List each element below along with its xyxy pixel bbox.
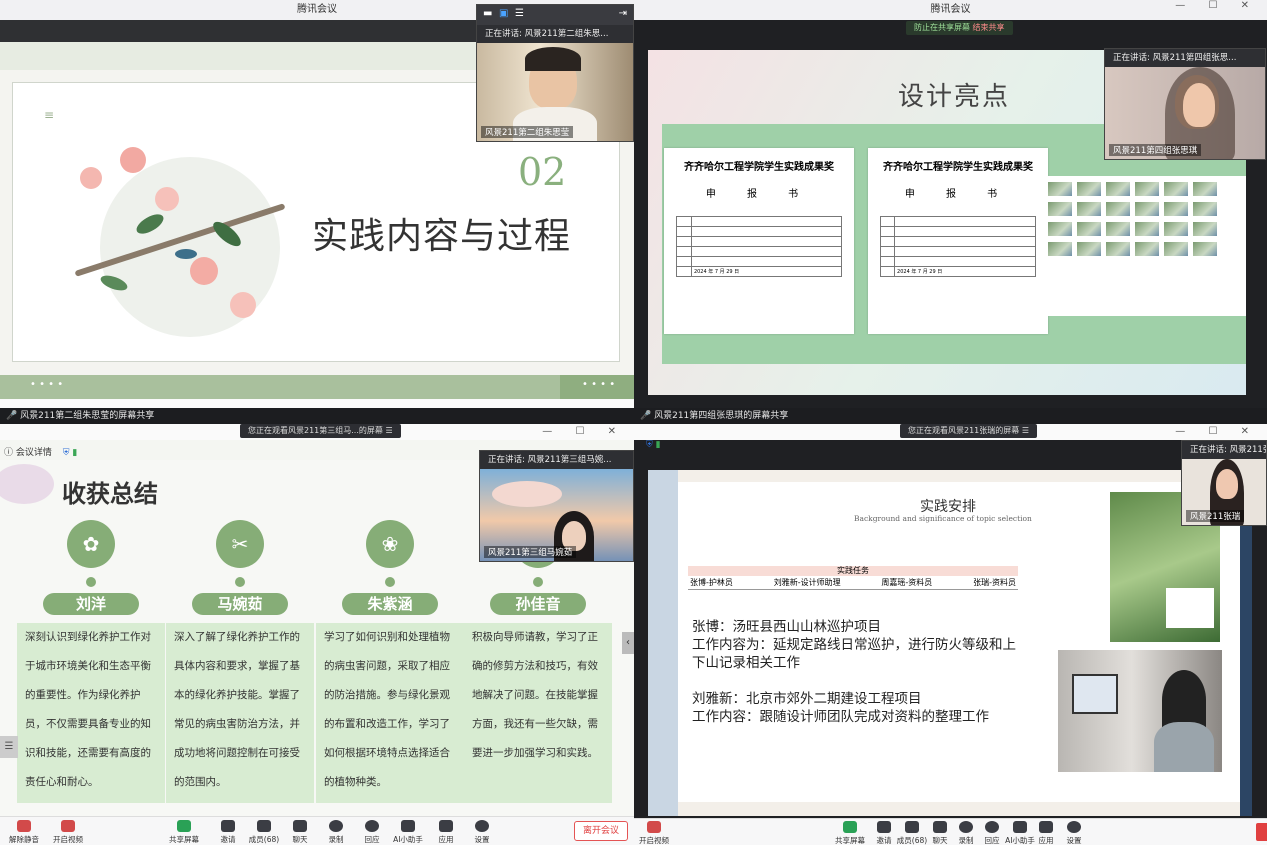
camera-icon (61, 820, 75, 832)
mic-icon: 🎤 (6, 411, 18, 421)
leave-meeting-button[interactable]: 离开会议 (574, 821, 628, 841)
window-controls[interactable]: — ☐ ✕ (1175, 0, 1259, 11)
video-button[interactable]: 开启视频 (46, 820, 90, 845)
leave-meeting-button[interactable] (1256, 823, 1267, 841)
tulip-icon: ✿ (67, 520, 115, 568)
share-label: 风景211第四组张思琪的屏幕共享 (654, 411, 789, 421)
speaking-bar: 正在讲话: 风景211张瑞 (1182, 441, 1266, 459)
share-screen-button[interactable]: 共享屏幕 (162, 820, 206, 845)
status-icons: ⛨ ▮ (646, 440, 661, 450)
slide-heading: 设计亮点 (898, 82, 1011, 112)
speaker-video-tile[interactable]: ▬ ▣ ☰ ⇥ 正在讲话: 风景211第二组朱思... 风景211第二组朱思莹 (476, 4, 634, 142)
thumbnail-grid (1048, 182, 1217, 256)
chat-icon (293, 820, 307, 832)
slide-dots-right: • • • • (582, 379, 616, 390)
watching-banner: 您正在观看风景211张瑞的屏幕 ☰ (900, 424, 1037, 438)
members-icon (257, 820, 271, 832)
speaker-video-tile[interactable]: 正在讲话: 风景211张瑞 风景211张瑞 (1181, 440, 1267, 526)
meeting-info[interactable]: ⓘ 会议详情 ⛨ ▮ (4, 445, 77, 458)
share-label: 风景211第二组朱思莹的屏幕共享 (20, 411, 155, 421)
summary-card-1: ✿ 刘洋 深刻认识到绿化养护工作对于城市环境美化和生态平衡的重要性。作为绿化养护… (17, 520, 165, 803)
window-controls[interactable]: — ☐ ✕ (542, 426, 626, 437)
record-icon (329, 820, 343, 832)
speaking-bar: 正在讲话: 风景211第二组朱思... (477, 25, 633, 43)
react-icon (365, 820, 379, 832)
flower-illustration (60, 127, 300, 337)
scissors-icon: ✂ (216, 520, 264, 568)
signal-icon: ▮ (72, 448, 78, 458)
watching-banner: 您正在观看风景211第三组马...的屏幕 ☰ (240, 424, 401, 438)
minimize-icon[interactable]: ▬ (483, 8, 492, 19)
ai-icon (401, 820, 415, 832)
slide-body: 张博：汤旺县西山山林巡护项目 工作内容为：延规定路线日常巡护，进行防火等级和上下… (692, 619, 1016, 725)
react-icon (985, 821, 999, 833)
info-icon: ⓘ (4, 448, 14, 458)
meeting-toolbar: 开启视频 共享屏幕 邀请 成员(68) 聊天 录制 回应 AI小助手 应用 设置 (634, 818, 1267, 845)
tulip-icon: ❀ (366, 520, 414, 568)
flower-decoration (0, 464, 54, 504)
apps-icon (439, 820, 453, 832)
share-icon (843, 821, 857, 833)
slide-heading: 实践安排 (920, 499, 976, 515)
tile-name: 风景211第四组张思琪 (1109, 144, 1202, 156)
members-icon (905, 821, 919, 833)
meeting-window-top-left: 腾讯会议 ≡ 02 实践内容与过程 • • • • • • • • 🎤 风景21… (0, 0, 634, 424)
slide: 实践安排 Background and significance of topi… (648, 470, 1252, 816)
summary-card-2: ✂ 马婉茹 深入了解了绿化养护工作的具体内容和要求，掌握了基本的绿化养护技能。掌… (166, 520, 314, 803)
speaking-bar: 正在讲话: 风景211第四组张思... (1105, 49, 1265, 67)
tile-name: 风景211第二组朱思莹 (481, 126, 574, 138)
menu-icon: ≡ (44, 108, 55, 122)
expand-icon[interactable]: ⇥ (619, 8, 627, 19)
slide-dots-left: • • • • (30, 379, 64, 390)
meeting-window-bottom-right: 您正在观看风景211张瑞的屏幕 ☰ — ☐ ✕ ⛨ ▮ 实践安排 Backgro… (634, 424, 1267, 845)
photo-office (1058, 650, 1222, 772)
share-label-bar: 🎤 风景211第二组朱思莹的屏幕共享 (0, 408, 634, 424)
apps-icon (1039, 821, 1053, 833)
share-toast: 防止在共享屏幕 结束共享 (906, 21, 1013, 35)
tile-name: 风景211第三组马婉茹 (484, 546, 577, 558)
shield-icon: ⛨ (62, 448, 70, 458)
invite-icon (877, 821, 891, 833)
menu-icon: ☰ (385, 426, 393, 435)
summary-card-4: ✾ 孙佳音 积极向导师请教，学习了正确的修剪方法和技巧，有效地解决了问题。在技能… (464, 520, 612, 803)
window-controls[interactable]: — ☐ ✕ (1175, 426, 1259, 437)
slide-heading: 收获总结 (62, 479, 158, 508)
side-handle-left[interactable]: ☰ (0, 736, 18, 758)
gear-icon (1067, 821, 1081, 833)
side-handle-right[interactable]: ‹ (622, 632, 634, 654)
gear-icon (475, 820, 489, 832)
tile-name: 风景211张瑞 (1186, 510, 1245, 522)
mic-muted-icon (17, 820, 31, 832)
signal-icon: ▮ (655, 440, 661, 450)
speaker-video-tile[interactable]: 正在讲话: 风景211第三组马婉... 风景211第三组马婉茹 (479, 450, 634, 562)
share-icon (177, 820, 191, 832)
meeting-window-bottom-left: 您正在观看风景211第三组马...的屏幕 ☰ — ☐ ✕ ⓘ 会议详情 ⛨ ▮ … (0, 424, 634, 845)
task-table: 实践任务 张博-护林员 刘雅新-设计师助理 周嘉瑶-资料员 张瑞-资料员 (688, 566, 1018, 590)
settings-button[interactable]: 设置 (460, 820, 504, 845)
window-title: 腾讯会议 (634, 0, 1267, 20)
slide-subtitle: Background and significance of topic sel… (854, 514, 1032, 523)
video-button[interactable]: 开启视频 (634, 821, 676, 845)
document-2: 齐齐哈尔工程学院学生实践成果奖 申 报 书 2024 年 7 月 29 日 (868, 148, 1048, 334)
mic-icon: 🎤 (640, 411, 652, 421)
menu-icon: ☰ (1021, 426, 1029, 435)
unmute-button[interactable]: 解除静音 (2, 820, 46, 845)
invite-icon (221, 820, 235, 832)
section-number: 02 (518, 150, 567, 194)
shield-icon: ⛨ (646, 440, 653, 450)
list-icon[interactable]: ☰ (515, 8, 524, 19)
speaker-video-tile[interactable]: 正在讲话: 风景211第四组张思... 风景211第四组张思琪 (1104, 48, 1266, 160)
meeting-toolbar: 解除静音 开启视频 共享屏幕 邀请 成员(68) 聊天 录制 回应 AI小助手 … (0, 816, 634, 845)
layout-icon[interactable]: ▣ (499, 8, 508, 19)
settings-button[interactable]: 设置 (1052, 821, 1096, 845)
speaking-bar: 正在讲话: 风景211第三组马婉... (480, 451, 633, 469)
camera-icon (647, 821, 661, 833)
slide-heading: 实践内容与过程 (312, 216, 572, 257)
meeting-window-top-right: 腾讯会议 — ☐ ✕ 防止在共享屏幕 结束共享 设计亮点 齐齐哈尔工程学院学生实… (634, 0, 1267, 424)
document-1: 齐齐哈尔工程学院学生实践成果奖 申 报 书 2024 年 7 月 29 日 (664, 148, 854, 334)
share-label-bar: 🎤 风景211第四组张思琪的屏幕共享 (634, 408, 1267, 424)
summary-card-3: ❀ 朱紫涵 学习了如何识别和处理植物的病虫害问题，采取了相应的防治措施。参与绿化… (316, 520, 464, 803)
